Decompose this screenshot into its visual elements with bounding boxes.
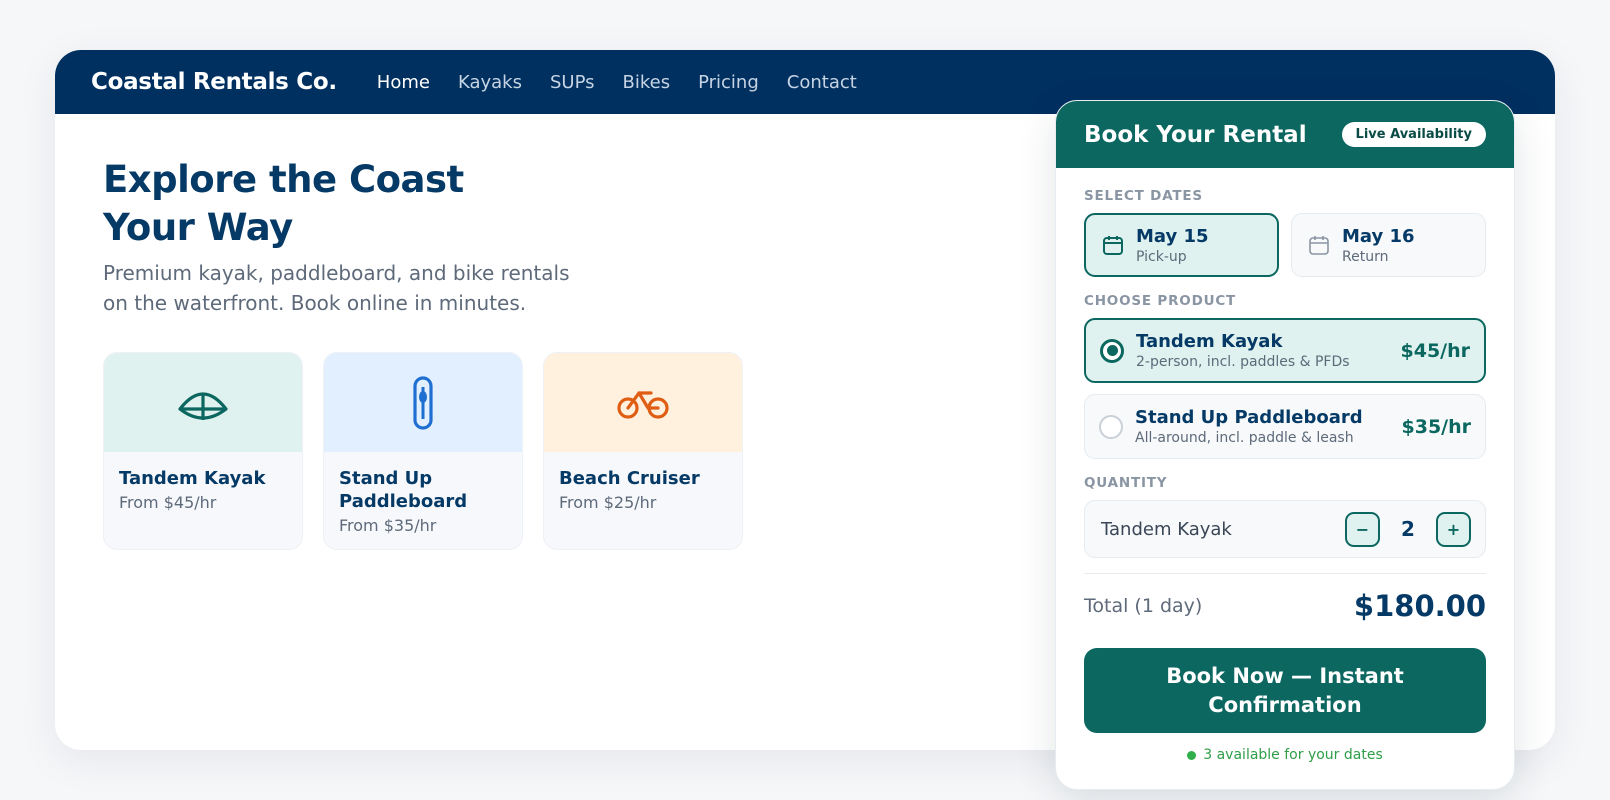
- booking-header: Book Your Rental Live Availability: [1056, 101, 1514, 168]
- product-card-bike[interactable]: Beach Cruiser From $25/hr: [543, 352, 743, 550]
- return-label: Return: [1342, 248, 1389, 265]
- paddleboard-icon: [413, 375, 433, 430]
- nav-link-pricing[interactable]: Pricing: [698, 72, 759, 93]
- card-image: [104, 353, 302, 452]
- bike-icon: [617, 390, 669, 419]
- availability-status: 3 available for your dates: [1056, 747, 1514, 763]
- product-card-paddleboard[interactable]: Stand Up Paddleboard From $35/hr: [323, 352, 523, 550]
- divider: [1084, 573, 1486, 574]
- product-desc: 2-person, incl. paddles & PFDs: [1136, 354, 1350, 370]
- nav-link-bikes[interactable]: Bikes: [623, 72, 671, 93]
- decrement-button[interactable]: −: [1345, 511, 1380, 547]
- calendar-icon: [1103, 236, 1123, 255]
- card-image: [544, 353, 742, 452]
- kayak-icon: [178, 392, 228, 420]
- radio-selected[interactable]: [1100, 338, 1124, 363]
- card-price: From $35/hr: [339, 516, 437, 535]
- calendar-icon: [1309, 236, 1329, 255]
- product-option-tandem-kayak[interactable]: Tandem Kayak 2-person, incl. paddles & P…: [1084, 318, 1486, 383]
- nav-link-kayaks[interactable]: Kayaks: [458, 72, 522, 93]
- product-label: CHOOSE PRODUCT: [1084, 293, 1237, 309]
- card-name: Stand Up Paddleboard: [339, 468, 468, 512]
- hero-section: Explore the Coast Your Way Premium kayak…: [103, 156, 573, 318]
- product-price: $45/hr: [1400, 339, 1471, 362]
- nav-link-sups[interactable]: SUPs: [550, 72, 595, 93]
- dates-label: SELECT DATES: [1084, 188, 1203, 204]
- product-desc: All-around, incl. paddle & leash: [1135, 430, 1354, 446]
- total-value: $180.00: [1353, 589, 1486, 623]
- card-image: [324, 353, 522, 452]
- quantity-value: 2: [1401, 517, 1415, 541]
- card-name: Tandem Kayak: [119, 468, 266, 489]
- hero-title: Explore the Coast Your Way: [103, 158, 464, 249]
- return-date-field[interactable]: May 16 Return: [1291, 213, 1486, 277]
- date-selector: May 15 Pick-up May 16 Return: [1084, 213, 1486, 277]
- nav-link-contact[interactable]: Contact: [787, 72, 857, 93]
- pickup-date-field[interactable]: May 15 Pick-up: [1084, 213, 1279, 277]
- live-availability-badge: Live Availability: [1341, 122, 1486, 147]
- product-name: Stand Up Paddleboard: [1135, 407, 1363, 428]
- card-price: From $25/hr: [559, 493, 657, 512]
- booking-title: Book Your Rental: [1084, 121, 1307, 148]
- booking-panel: Book Your Rental Live Availability SELEC…: [1055, 100, 1515, 790]
- nav-link-home[interactable]: Home: [377, 72, 430, 93]
- quantity-item: Tandem Kayak: [1101, 518, 1232, 540]
- pickup-date: May 15: [1136, 225, 1209, 247]
- product-name: Tandem Kayak: [1136, 331, 1283, 352]
- quantity-stepper: Tandem Kayak − 2 +: [1084, 500, 1486, 558]
- radio-unselected[interactable]: [1099, 414, 1123, 439]
- return-date: May 16: [1342, 225, 1415, 247]
- hero-subtitle: Premium kayak, paddleboard, and bike ren…: [103, 261, 570, 315]
- availability-text: 3 available for your dates: [1203, 747, 1383, 763]
- pickup-label: Pick-up: [1136, 248, 1187, 265]
- total-label: Total (1 day): [1084, 595, 1203, 617]
- product-price: $35/hr: [1401, 415, 1472, 438]
- increment-button[interactable]: +: [1436, 511, 1471, 547]
- card-price: From $45/hr: [119, 493, 217, 512]
- card-name: Beach Cruiser: [559, 468, 700, 489]
- product-option-paddleboard[interactable]: Stand Up Paddleboard All-around, incl. p…: [1084, 394, 1486, 459]
- total-row: Total (1 day) $180.00: [1084, 589, 1486, 623]
- quantity-label: QUANTITY: [1084, 475, 1168, 491]
- product-cards: Tandem Kayak From $45/hr Stand Up Paddle…: [103, 352, 743, 550]
- brand-logo[interactable]: Coastal Rentals Co.: [91, 69, 337, 95]
- product-card-kayak[interactable]: Tandem Kayak From $45/hr: [103, 352, 303, 550]
- book-now-button[interactable]: Book Now — Instant Confirmation: [1084, 648, 1486, 733]
- status-dot-icon: [1187, 750, 1197, 760]
